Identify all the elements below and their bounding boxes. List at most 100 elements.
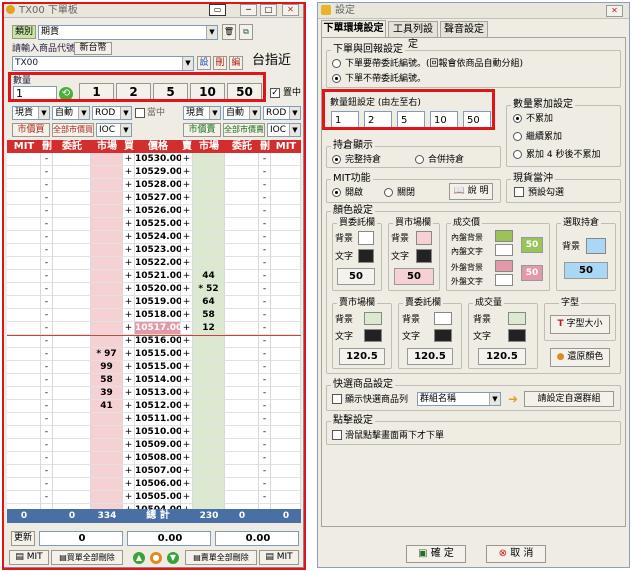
qty-button-4[interactable]: 10	[190, 83, 225, 102]
buy-type-select[interactable]: 現貨 ▼	[12, 106, 50, 120]
buy-auto-select[interactable]: 自動 ▼	[52, 106, 90, 120]
sell-action-cell[interactable]: +	[181, 361, 193, 374]
qty-button-1[interactable]: 1	[79, 83, 114, 102]
order-buy-cell[interactable]	[53, 374, 91, 387]
order-sell-cell[interactable]	[225, 257, 259, 270]
delete-sell-cell[interactable]: -	[259, 426, 271, 439]
qty-button-3[interactable]: 5	[153, 83, 188, 102]
table-row[interactable]: - +10511.00 + -	[7, 413, 301, 426]
radio-no-accumulate[interactable]	[513, 114, 522, 123]
center-checkbox[interactable]: ✓	[270, 88, 280, 98]
qty-setting-5[interactable]: 50	[463, 111, 491, 129]
order-sell-cell[interactable]	[225, 452, 259, 465]
market-buy-button[interactable]: 市價買	[12, 123, 50, 137]
market-sell-button[interactable]: 市價賣	[183, 123, 221, 137]
mit-sell-cell[interactable]	[271, 257, 301, 270]
order-buy-cell[interactable]	[53, 309, 91, 322]
radio-without-order-id[interactable]	[332, 74, 341, 83]
buy-order-font-sample[interactable]: 50	[337, 268, 375, 285]
refresh-button[interactable]: 更新	[11, 531, 35, 546]
delete-sell-cell[interactable]: -	[259, 452, 271, 465]
order-sell-cell[interactable]	[225, 426, 259, 439]
order-buy-cell[interactable]	[53, 413, 91, 426]
delete-buy-cell[interactable]: -	[41, 439, 53, 452]
mit-sell-cell[interactable]	[271, 166, 301, 179]
delete-sell-cell[interactable]: -	[259, 257, 271, 270]
ok-button[interactable]: ▣ 確 定	[406, 545, 466, 563]
order-buy-cell[interactable]	[53, 257, 91, 270]
buy-action-cell[interactable]: +	[123, 270, 135, 283]
mit-buy-cell[interactable]	[7, 218, 41, 231]
delete-sell-cell[interactable]: -	[259, 153, 271, 166]
table-row[interactable]: - +10527.00 + -	[7, 192, 301, 205]
sell-action-cell[interactable]: +	[181, 491, 193, 504]
category-select[interactable]: 期貨 ▼	[38, 25, 218, 40]
mit-buy-cell[interactable]	[7, 283, 41, 296]
order-buy-cell[interactable]	[53, 322, 91, 335]
set-button[interactable]: 設	[197, 56, 211, 70]
symbol-select[interactable]: TX00 ▼	[12, 56, 194, 71]
delete-buy-cell[interactable]: -	[41, 387, 53, 400]
buy-action-cell[interactable]: +	[123, 335, 135, 348]
qty-setting-4[interactable]: 10	[430, 111, 458, 129]
mit-sell-cell[interactable]	[271, 387, 301, 400]
buy-action-cell[interactable]: +	[123, 491, 135, 504]
inner-font-sample[interactable]: 50	[521, 237, 543, 253]
delete-sell-cell[interactable]: -	[259, 361, 271, 374]
close-icon[interactable]: ✕	[282, 4, 299, 16]
radio-keep-accumulate[interactable]	[513, 132, 522, 141]
mit-sell-cell[interactable]	[271, 205, 301, 218]
sell-action-cell[interactable]: +	[181, 231, 193, 244]
buy-action-cell[interactable]: +	[123, 309, 135, 322]
table-row[interactable]: - +10519.00 +64 -	[7, 296, 301, 309]
delete-sell-cell[interactable]: -	[259, 231, 271, 244]
trash-icon[interactable]: 🗑	[222, 24, 236, 40]
order-buy-cell[interactable]	[53, 491, 91, 504]
order-sell-cell[interactable]	[225, 166, 259, 179]
order-sell-cell[interactable]	[225, 296, 259, 309]
mit-sell-cell[interactable]	[271, 361, 301, 374]
table-row[interactable]: -99 +10515.00 + -	[7, 361, 301, 374]
mit-buy-cell[interactable]	[7, 179, 41, 192]
buy-action-cell[interactable]: +	[123, 166, 135, 179]
order-sell-cell[interactable]	[225, 205, 259, 218]
table-row[interactable]: - +10524.00 + -	[7, 231, 301, 244]
restore-tool-icon[interactable]: ▭	[209, 4, 226, 16]
delete-sell-cell[interactable]: -	[259, 244, 271, 257]
delete-buy-cell[interactable]: -	[41, 257, 53, 270]
maximize-icon[interactable]: □	[260, 4, 277, 16]
cancel-all-buy-button[interactable]: ▤買單全部刪除	[51, 550, 123, 565]
buy-action-cell[interactable]: +	[123, 322, 135, 335]
mit-buy-button[interactable]: ▤ MIT	[9, 550, 49, 565]
qty-setting-1[interactable]: 1	[331, 111, 359, 129]
mit-buy-cell[interactable]	[7, 348, 41, 361]
buy-action-cell[interactable]: +	[123, 257, 135, 270]
buy-action-cell[interactable]: +	[123, 244, 135, 257]
mit-buy-cell[interactable]	[7, 257, 41, 270]
table-row[interactable]: - +10528.00 + -	[7, 179, 301, 192]
order-sell-cell[interactable]	[225, 361, 259, 374]
mit-buy-cell[interactable]	[7, 335, 41, 348]
delete-buy-cell[interactable]: -	[41, 309, 53, 322]
table-row[interactable]: - +10529.00 + -	[7, 166, 301, 179]
restore-color-button[interactable]: ● 還原顏色	[550, 348, 610, 367]
delete-sell-cell[interactable]: -	[259, 478, 271, 491]
delete-sell-cell[interactable]: -	[259, 491, 271, 504]
delete-buy-cell[interactable]: -	[41, 296, 53, 309]
order-sell-cell[interactable]	[225, 192, 259, 205]
tab-order-env[interactable]: 下單環境設定	[321, 20, 386, 37]
buy-market-font-sample[interactable]: 50	[394, 268, 434, 285]
buy-action-cell[interactable]: +	[123, 205, 135, 218]
delete-buy-cell[interactable]: -	[41, 231, 53, 244]
delete-sell-cell[interactable]: -	[259, 309, 271, 322]
buy-action-cell[interactable]: +	[123, 439, 135, 452]
order-buy-cell[interactable]	[53, 231, 91, 244]
outer-bg-swatch[interactable]	[495, 260, 513, 272]
buy-action-cell[interactable]: +	[123, 478, 135, 491]
sell-order-bg-swatch[interactable]	[434, 312, 452, 325]
qty-button-5[interactable]: 50	[227, 83, 262, 102]
order-buy-cell[interactable]	[53, 296, 91, 309]
order-sell-cell[interactable]	[225, 335, 259, 348]
trade-qty-bg-swatch[interactable]	[508, 312, 526, 325]
order-buy-cell[interactable]	[53, 478, 91, 491]
